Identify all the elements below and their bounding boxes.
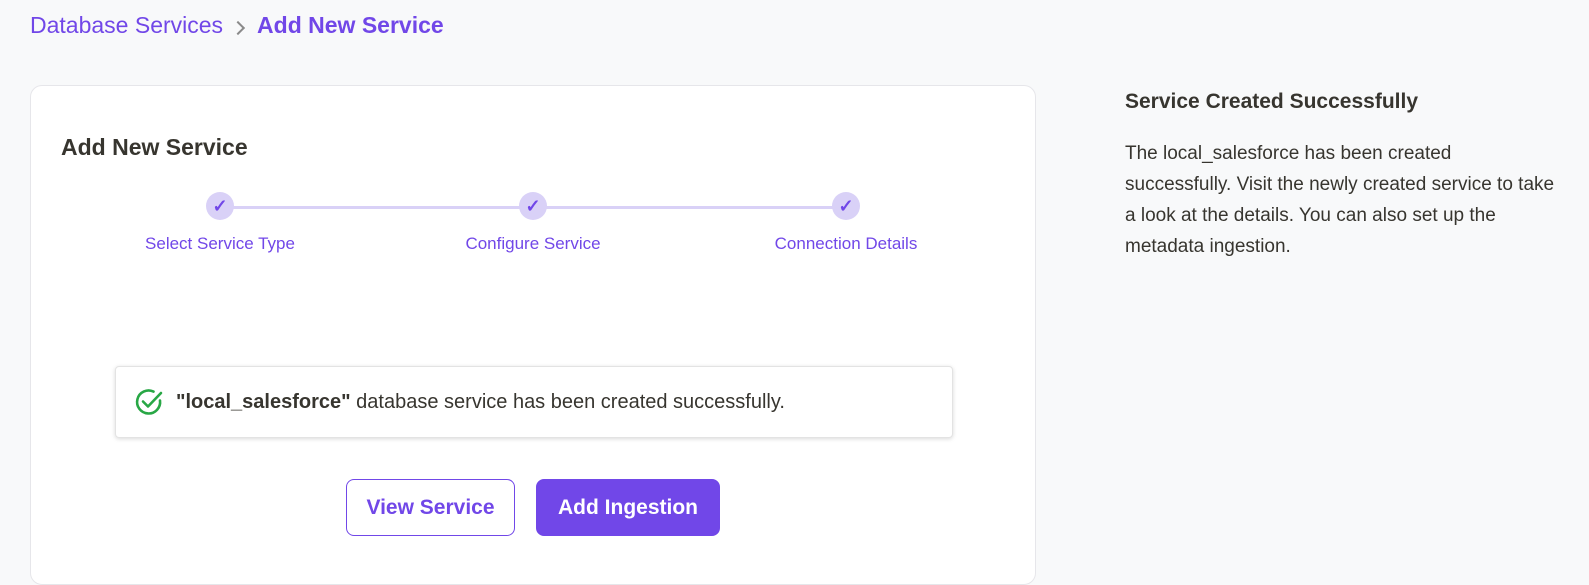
step-connection-details: ✓ Connection Details (746, 192, 946, 254)
step-select-service-type: ✓ Select Service Type (120, 192, 320, 254)
stepper: ✓ Select Service Type ✓ Configure Servic… (31, 190, 1037, 260)
success-message-text: database service has been created succes… (350, 390, 785, 413)
step-label: Connection Details (774, 234, 918, 253)
step-label: Select Service Type (145, 234, 295, 253)
side-panel-title: Service Created Successfully (1125, 90, 1418, 113)
side-panel: Service Created Successfully The local_s… (1125, 90, 1555, 262)
card-title: Add New Service (61, 134, 248, 160)
add-ingestion-button[interactable]: Add Ingestion (536, 479, 720, 536)
breadcrumb-link-database-services[interactable]: Database Services (30, 12, 223, 39)
breadcrumb: Database Services Add New Service (30, 12, 444, 39)
chevron-right-icon (230, 20, 246, 35)
side-panel-text: The local_salesforce has been created su… (1125, 143, 1555, 257)
success-message: "local_salesforce" database service has … (115, 366, 953, 438)
step-check-icon: ✓ (519, 192, 547, 220)
success-service-name: "local_salesforce" (176, 390, 351, 413)
success-text: "local_salesforce" database service has … (176, 391, 785, 414)
add-service-card: Add New Service ✓ Select Service Type ✓ … (30, 85, 1036, 585)
step-configure-service: ✓ Configure Service (433, 192, 633, 254)
step-check-icon: ✓ (832, 192, 860, 220)
step-label: Configure Service (465, 234, 601, 253)
check-circle-icon (135, 389, 163, 415)
view-service-button[interactable]: View Service (346, 479, 515, 536)
step-check-icon: ✓ (206, 192, 234, 220)
action-buttons: View Service Add Ingestion (346, 479, 720, 536)
breadcrumb-current: Add New Service (257, 12, 444, 38)
